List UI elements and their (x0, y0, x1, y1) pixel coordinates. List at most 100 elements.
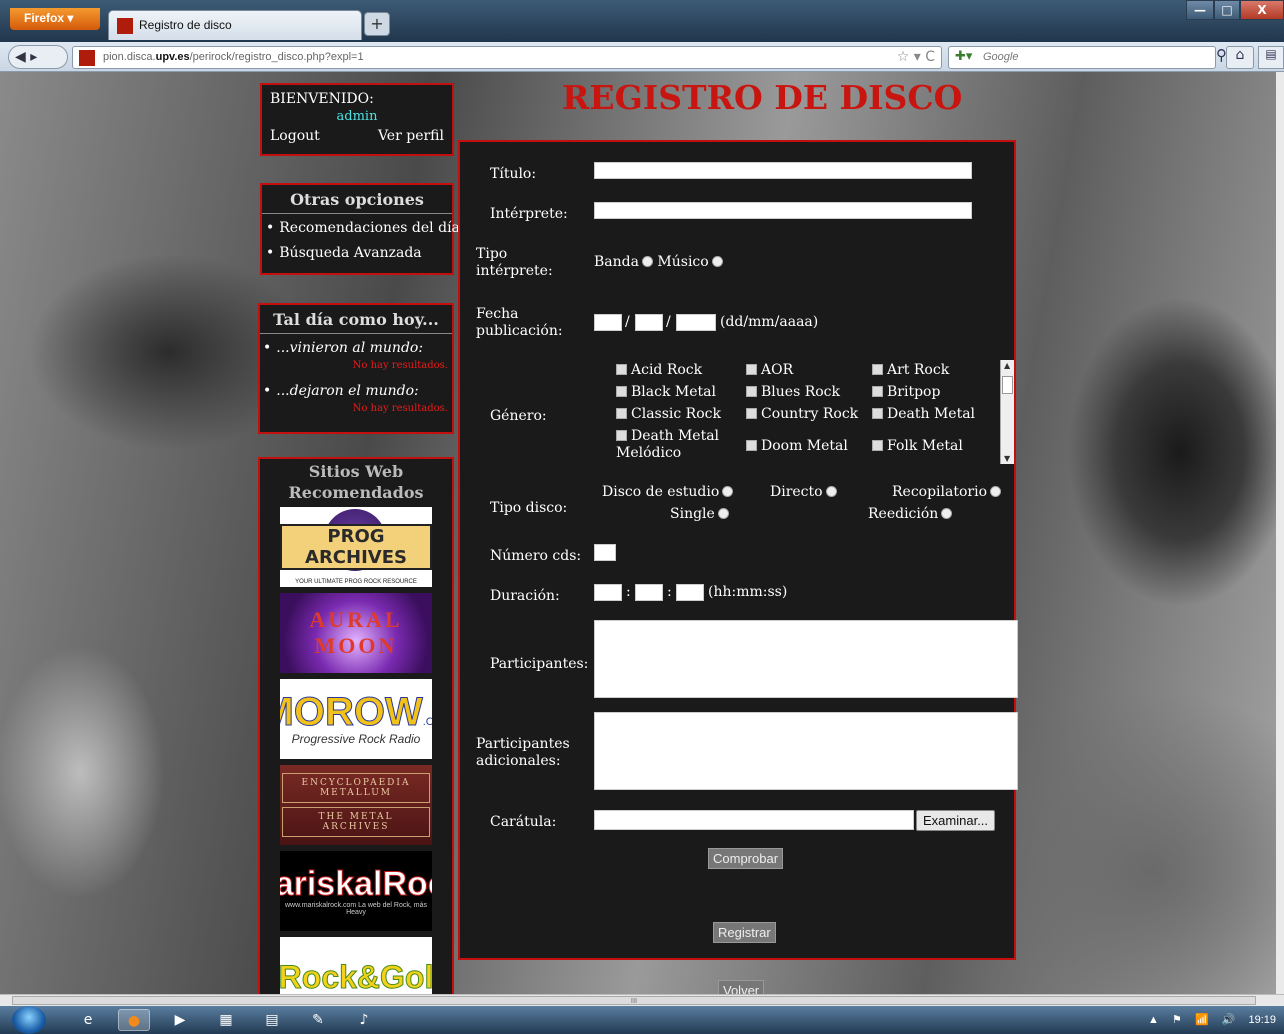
flag-icon[interactable]: ⚑ (1172, 1014, 1182, 1026)
other-options-title: Otras opciones (262, 185, 452, 214)
new-tab-button[interactable]: + (364, 12, 390, 36)
genre-checkbox[interactable]: Death Metal (872, 406, 975, 423)
prog-archives-banner[interactable]: PROG ARCHIVES YOUR ULTIMATE PROG ROCK RE… (280, 507, 432, 587)
participants-textarea[interactable] (594, 620, 1018, 698)
radio-compilation[interactable] (990, 486, 1002, 497)
winamp-icon[interactable]: ♪ (348, 1009, 380, 1031)
clock[interactable]: 19:19 (1248, 1014, 1276, 1026)
radio-reissue[interactable] (941, 508, 953, 519)
morow-banner[interactable]: MOROW.COM Progressive Rock Radio (280, 679, 432, 759)
genre-checkbox[interactable]: Country Rock (746, 406, 858, 423)
cd-count-input[interactable] (594, 544, 616, 561)
url-bar-icons: ☆ ▾ C (897, 49, 935, 65)
genre-list[interactable]: Acid Rock AOR Art Rock Black Metal Blues… (588, 360, 998, 464)
start-button-icon[interactable] (12, 1006, 46, 1034)
genre-checkbox[interactable]: Classic Rock (616, 406, 721, 423)
home-button[interactable]: ⌂ (1226, 46, 1254, 69)
rock-and-gol-banner[interactable]: Rock&Gol (280, 937, 432, 994)
radio-banda[interactable] (641, 256, 653, 267)
back-button[interactable]: ◀ ▸ (8, 45, 68, 69)
date-year-input[interactable] (676, 314, 716, 331)
firefox-taskbar-icon[interactable]: ● (118, 1009, 150, 1031)
genre-checkbox[interactable]: Acid Rock (616, 362, 702, 379)
option-banda-label: Banda (594, 254, 639, 270)
duration-minutes-input[interactable] (635, 584, 663, 601)
radio-studio[interactable] (722, 486, 734, 497)
date-month-input[interactable] (635, 314, 663, 331)
genre-checkbox[interactable]: Art Rock (872, 362, 949, 379)
genre-checkbox[interactable]: Death Metal Melódico (616, 428, 726, 462)
metal-archives-banner[interactable]: ENCYCLOPAEDIA METALLUM THE METAL ARCHIVE… (280, 765, 432, 845)
cover-file-input[interactable] (594, 810, 914, 830)
browse-button[interactable]: Examinar... (916, 810, 996, 831)
genre-checkbox[interactable]: Black Metal (616, 384, 716, 401)
genre-checkbox[interactable]: Blues Rock (746, 384, 840, 401)
page-horizontal-scrollbar[interactable]: III (0, 994, 1284, 1006)
date-day-input[interactable] (594, 314, 622, 331)
title-input[interactable] (594, 162, 972, 179)
firefox-menu-button[interactable]: Firefox ▾ (10, 8, 100, 30)
born-no-results: No hay resultados. (352, 360, 448, 371)
radio-live[interactable] (825, 486, 837, 497)
register-button[interactable]: Registrar (713, 922, 776, 943)
minimize-button[interactable]: — (1186, 0, 1214, 20)
duration-seconds-input[interactable] (676, 584, 704, 601)
menu-item-advanced-search[interactable]: Búsqueda Avanzada (266, 245, 452, 261)
document-icon[interactable]: ▤ (256, 1009, 288, 1031)
tab-title: Registro de disco (139, 18, 232, 32)
url-bar[interactable]: pion.disca.upv.es/perirock/registro_disc… (72, 46, 942, 69)
username: admin (336, 109, 378, 124)
network-icon[interactable]: 📶 (1195, 1014, 1209, 1026)
horizontal-scroll-thumb[interactable]: III (12, 996, 1256, 1005)
page-vertical-scrollbar[interactable] (1276, 72, 1284, 994)
url-text[interactable]: pion.disca.upv.es/perirock/registro_disc… (103, 51, 364, 63)
scroll-down-icon[interactable]: ▼ (1004, 454, 1010, 463)
bookmarks-menu-button[interactable]: ▤ (1258, 46, 1284, 69)
genre-checkbox[interactable]: Doom Metal (746, 438, 848, 455)
back-arrow-icon: ◀ (15, 49, 26, 65)
search-input[interactable]: Google (983, 51, 1018, 63)
participants-label: Participantes: (490, 656, 589, 672)
site-identity-icon[interactable] (79, 50, 95, 66)
additional-participants-textarea[interactable] (594, 712, 1018, 790)
genre-checkbox[interactable]: Folk Metal (872, 438, 963, 455)
dropdown-icon[interactable]: ▾ (914, 49, 921, 65)
menu-item-recommendations[interactable]: Recomendaciones del día (266, 220, 460, 236)
option-musico-label: Músico (657, 254, 709, 270)
google-icon[interactable]: ✚▾ (955, 49, 972, 64)
aural-moon-banner[interactable]: AURAL MOON (280, 593, 432, 673)
volume-icon[interactable]: 🔊 (1222, 1014, 1236, 1026)
radio-musico[interactable] (711, 256, 723, 267)
genre-scrollbar[interactable]: ▲ ▼ (1000, 360, 1014, 464)
cover-label: Carátula: (490, 814, 557, 830)
back-link-button[interactable]: Volver (718, 980, 765, 994)
genre-label: Género: (490, 408, 547, 424)
forward-arrow-icon[interactable]: ▸ (30, 49, 37, 65)
internet-explorer-icon[interactable]: e (72, 1009, 104, 1031)
genre-checkbox[interactable]: AOR (746, 362, 793, 379)
maximize-button[interactable]: □ (1214, 0, 1240, 20)
check-button[interactable]: Comprobar (708, 848, 784, 869)
tray-expand-icon[interactable]: ▲ (1148, 1014, 1159, 1026)
welcome-greeting: BIENVENIDO: (270, 91, 374, 107)
scroll-up-icon[interactable]: ▲ (1004, 361, 1010, 370)
view-profile-link[interactable]: Ver perfil (378, 128, 444, 144)
tab-registro-disco[interactable]: Registro de disco (108, 10, 362, 40)
reload-icon[interactable]: C (925, 49, 935, 65)
genre-checkbox[interactable]: Britpop (872, 384, 940, 401)
radio-single[interactable] (717, 508, 729, 519)
logout-link[interactable]: Logout (270, 128, 320, 144)
mariskalrock-banner[interactable]: MariskalRock www.mariskalrock.com La web… (280, 851, 432, 931)
bookmark-star-icon[interactable]: ☆ (897, 49, 910, 65)
died-no-results: No hay resultados. (352, 403, 448, 414)
duration-hours-input[interactable] (594, 584, 622, 601)
system-tray: ▲ ⚑ 📶 🔊 19:19 (1138, 1013, 1276, 1026)
today-in-history-box: Tal día como hoy... ...vinieron al mundo… (258, 303, 454, 434)
search-bar[interactable]: ✚▾ Google (948, 46, 1216, 69)
performer-input[interactable] (594, 202, 972, 219)
explorer-folder-icon[interactable]: ▦ (210, 1009, 242, 1031)
close-button[interactable]: X (1240, 0, 1284, 20)
paint-icon[interactable]: ✎ (302, 1009, 334, 1031)
welcome-box: BIENVENIDO: admin Logout Ver perfil (260, 83, 454, 156)
media-player-icon[interactable]: ▶ (164, 1009, 196, 1031)
